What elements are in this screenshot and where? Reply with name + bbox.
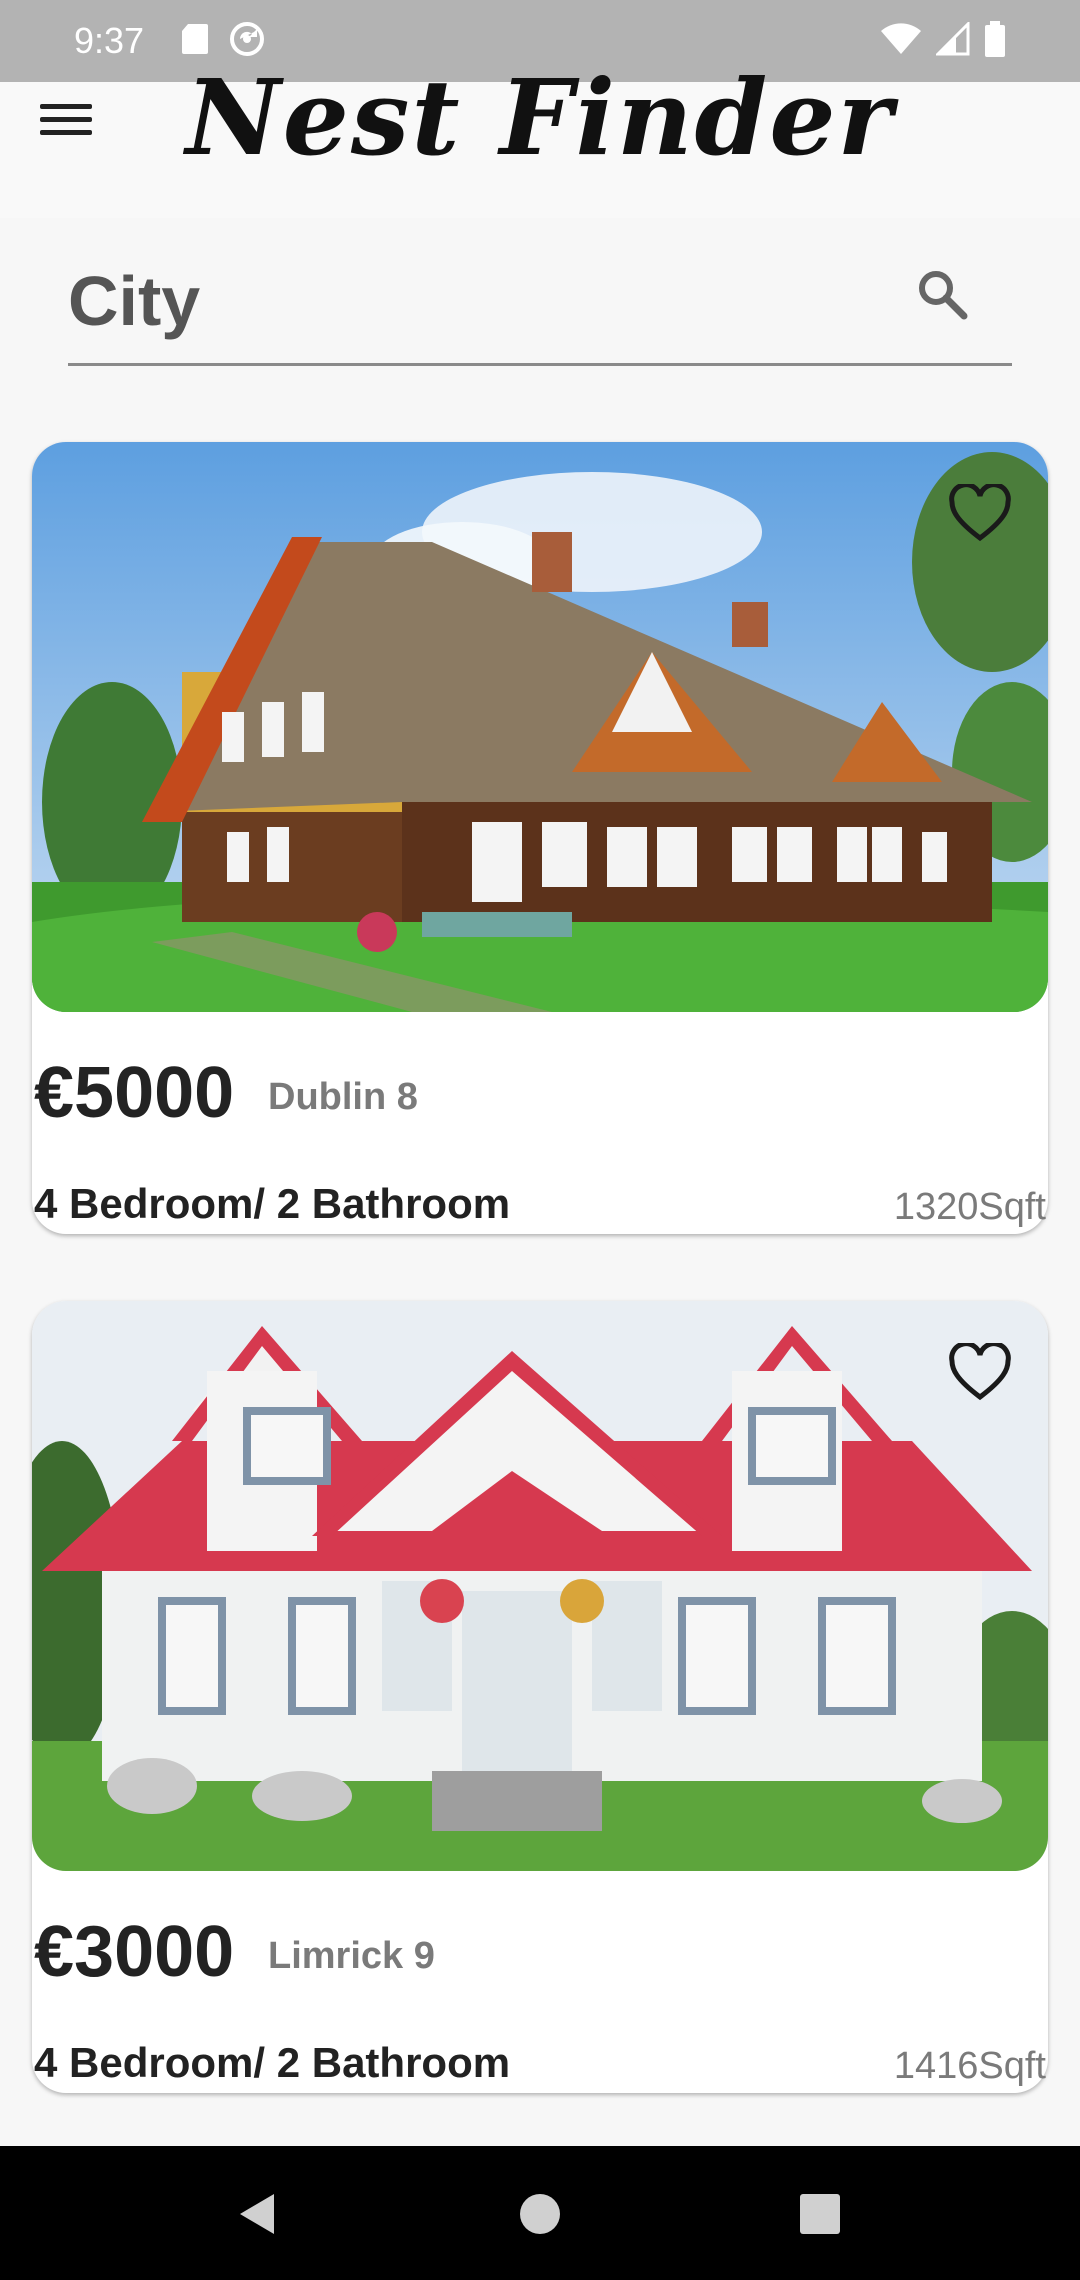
search-bar [68, 238, 1012, 366]
listing-price: €3000 [34, 1912, 235, 1992]
back-icon[interactable] [234, 2190, 282, 2238]
app-bar: Nest Finder [0, 56, 1080, 218]
listing-area: 1320Sqft [893, 1186, 1046, 1228]
listing-price: €5000 [34, 1053, 235, 1133]
sd-card-icon [180, 22, 210, 61]
wifi-icon [880, 22, 922, 61]
white-house-red-roof-photo[interactable] [32, 1301, 1048, 1871]
search-icon[interactable] [914, 266, 972, 324]
signal-icon [934, 19, 970, 61]
listing-area: 1416Sqft [893, 2045, 1046, 2087]
app-title: Nest Finder [185, 56, 895, 179]
listing-location: Dublin 8 [268, 1076, 418, 1118]
recents-icon[interactable] [796, 2190, 844, 2238]
navigation-bar [0, 2146, 1080, 2280]
listing-card[interactable]: €3000 Limrick 9 4 Bedroom/ 2 Bathroom 14… [32, 1301, 1048, 2093]
listing-rooms: 4 Bedroom/ 2 Bathroom [34, 2039, 511, 2086]
heart-outline-icon[interactable] [948, 484, 1012, 544]
heart-outline-icon[interactable] [948, 1343, 1012, 1403]
listing-location: Limrick 9 [268, 1935, 435, 1977]
search-input[interactable] [68, 256, 888, 346]
listing-card[interactable]: €5000 Dublin 8 4 Bedroom/ 2 Bathroom 132… [32, 442, 1048, 1234]
home-icon[interactable] [516, 2190, 564, 2238]
thatched-wooden-house-photo[interactable] [32, 442, 1048, 1012]
listing-rooms: 4 Bedroom/ 2 Bathroom [34, 1180, 511, 1227]
